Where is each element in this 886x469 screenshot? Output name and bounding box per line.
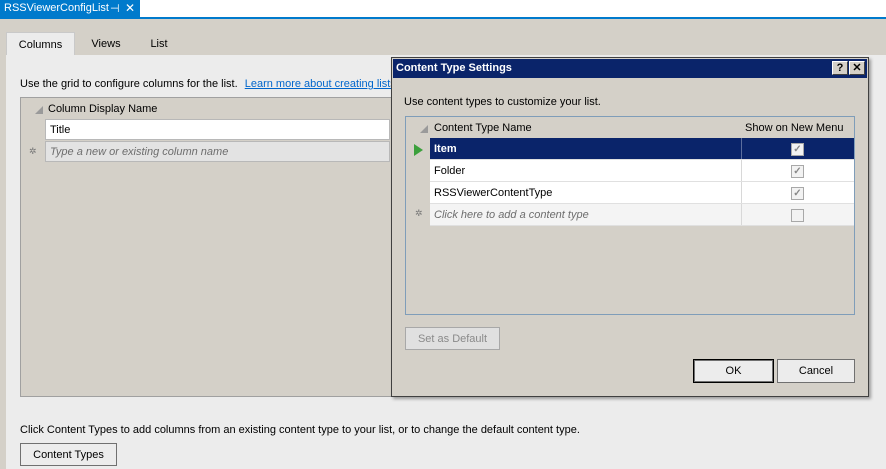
instruction-text: Use the grid to configure columns for th… (20, 78, 238, 90)
ok-button[interactable]: OK (693, 359, 774, 383)
cell-divider (741, 204, 742, 225)
column-row-title: Title (50, 124, 71, 136)
column-grid-header: Column Display Name (21, 98, 391, 118)
content-type-settings-dialog: Content Type Settings ? ✕ Use content ty… (391, 57, 869, 397)
document-tab-title: RSSViewerConfigList (4, 2, 109, 14)
dialog-close-icon[interactable]: ✕ (849, 61, 865, 75)
new-column-placeholder: Type a new or existing column name (50, 146, 229, 158)
sort-indicator-icon (420, 125, 428, 133)
document-tabstrip: RSSViewerConfigList ⊣ ✕ (0, 0, 886, 19)
set-as-default-label: Set as Default (417, 333, 488, 345)
dialog-title-bar[interactable]: Content Type Settings ? ✕ (393, 59, 867, 78)
show-on-new-menu-checkbox[interactable]: ✓ (791, 187, 804, 200)
content-type-row[interactable]: Folder ✓ (430, 160, 854, 182)
cancel-button-label: Cancel (798, 365, 834, 377)
content-types-button[interactable]: Content Types (20, 443, 117, 466)
ok-button-label: OK (725, 365, 742, 377)
content-types-button-label: Content Types (33, 449, 104, 461)
content-type-row-name: RSSViewerContentType (434, 187, 553, 199)
content-type-row[interactable]: Item ✓ (430, 138, 854, 160)
new-content-type-row[interactable]: Click here to add a content type (430, 204, 854, 226)
show-on-new-menu-checkbox[interactable]: ✓ (791, 143, 804, 156)
cell-divider (741, 138, 742, 159)
header-content-type-name[interactable]: Content Type Name (434, 122, 532, 134)
show-on-new-menu-checkbox[interactable] (791, 209, 804, 222)
learn-more-link[interactable]: Learn more about creating lists (245, 78, 396, 90)
set-as-default-button[interactable]: Set as Default (405, 327, 500, 350)
column-grid: Column Display Name Title ✲ Type a new o… (20, 97, 392, 397)
dialog-description: Use content types to customize your list… (404, 96, 601, 108)
tab-list[interactable]: List (136, 32, 182, 56)
new-column-row[interactable]: Type a new or existing column name (45, 141, 390, 162)
tab-list-label: List (150, 38, 168, 50)
cancel-button[interactable]: Cancel (777, 359, 855, 383)
tab-columns[interactable]: Columns (6, 32, 75, 56)
content-type-row-name: Folder (434, 165, 466, 177)
document-tab[interactable]: RSSViewerConfigList ⊣ ✕ (0, 0, 140, 17)
new-content-type-placeholder: Click here to add a content type (434, 209, 589, 221)
pin-icon[interactable]: ⊣ (110, 2, 120, 15)
content-types-hint: Click Content Types to add columns from … (20, 424, 580, 436)
columns-instruction: Use the grid to configure columns for th… (20, 78, 396, 90)
new-row-icon: ✲ (415, 208, 423, 218)
show-on-new-menu-checkbox[interactable]: ✓ (791, 165, 804, 178)
current-row-arrow-icon (414, 144, 423, 156)
help-icon[interactable]: ? (832, 61, 848, 75)
tab-views[interactable]: Views (80, 32, 132, 56)
header-show-on-new-menu[interactable]: Show on New Menu (745, 122, 843, 134)
new-row-icon: ✲ (29, 146, 37, 156)
column-row[interactable]: Title (45, 119, 390, 140)
tab-columns-label: Columns (18, 39, 63, 51)
cell-divider (741, 182, 742, 203)
column-header-display-name[interactable]: Column Display Name (48, 103, 157, 115)
close-icon[interactable]: ✕ (125, 1, 135, 15)
dialog-title: Content Type Settings (396, 62, 512, 74)
content-type-row[interactable]: RSSViewerContentType ✓ (430, 182, 854, 204)
content-type-row-name: Item (434, 143, 457, 155)
tab-views-label: Views (91, 38, 121, 50)
cell-divider (741, 160, 742, 181)
sort-indicator-icon (35, 106, 43, 114)
content-type-grid-header: Content Type Name Show on New Menu (406, 117, 854, 137)
content-type-grid: Content Type Name Show on New Menu Item … (405, 116, 855, 315)
